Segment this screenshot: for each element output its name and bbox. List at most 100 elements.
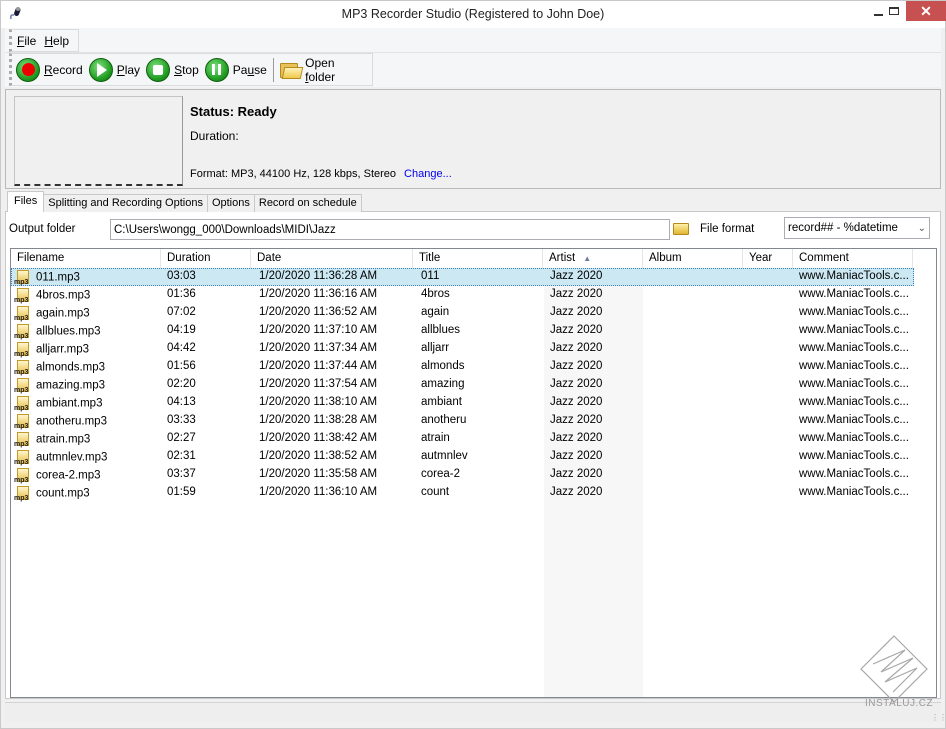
cell-title: atrain xyxy=(421,432,450,444)
cell-album xyxy=(643,484,743,502)
menu-help[interactable]: Help xyxy=(44,34,69,48)
status-text: Status: Ready xyxy=(190,104,277,119)
cell-date: 1/20/2020 11:37:54 AM xyxy=(259,378,378,390)
tab-options[interactable]: Options xyxy=(206,194,255,212)
column-header-duration[interactable]: Duration xyxy=(161,249,251,268)
browse-folder-icon[interactable] xyxy=(673,223,689,235)
table-row[interactable]: mp3 ambiant.mp3 04:13 1/20/2020 11:38:10 AM… xyxy=(11,394,914,412)
table-row[interactable]: mp3 011.mp3 03:03 1/20/2020 11:36:28 AM 011 J… xyxy=(11,268,914,286)
cell-album xyxy=(643,286,743,304)
menu-bar: File Help xyxy=(9,29,79,52)
resize-grip-icon[interactable]: ⋮⋮ xyxy=(931,713,946,722)
cell-comment: www.ManiacTools.c... xyxy=(799,396,909,408)
table-row[interactable]: mp3 amazing.mp3 02:20 1/20/2020 11:37:54 AM… xyxy=(11,376,914,394)
play-button[interactable]: Play xyxy=(88,57,140,82)
cell-duration: 07:02 xyxy=(167,306,196,318)
cell-title: 4bros xyxy=(421,288,450,300)
record-button[interactable]: Record xyxy=(16,57,83,82)
file-format-value: record## - %datetime xyxy=(788,222,898,234)
cell-comment: www.ManiacTools.c... xyxy=(799,342,909,354)
mp3-file-icon: mp3 xyxy=(14,306,31,322)
cell-artist: Jazz 2020 xyxy=(550,414,603,426)
file-format-label: File format xyxy=(700,223,755,235)
stop-button[interactable]: Stop xyxy=(146,57,199,82)
cell-filename: mp3 allblues.mp3 xyxy=(14,324,101,340)
cell-album xyxy=(643,340,743,358)
mp3-file-icon: mp3 xyxy=(14,342,31,358)
table-row[interactable]: mp3 atrain.mp3 02:27 1/20/2020 11:38:42 AM a… xyxy=(11,430,914,448)
mp3-file-icon: mp3 xyxy=(14,360,31,376)
column-header-title[interactable]: Title xyxy=(413,249,543,268)
file-list[interactable]: Filename Duration Date Title Artist ▲ Alb… xyxy=(10,248,937,698)
column-header-year[interactable]: Year xyxy=(743,249,793,268)
cell-artist: Jazz 2020 xyxy=(550,486,603,498)
menu-file[interactable]: File xyxy=(17,34,36,48)
toolbar: Record Play Stop Pause Open folder xyxy=(9,53,373,86)
tab-record-on-schedule[interactable]: Record on schedule xyxy=(253,194,362,212)
tab-files[interactable]: Files xyxy=(7,191,45,212)
cell-title: allblues xyxy=(421,324,460,336)
cell-duration: 01:59 xyxy=(167,486,196,498)
table-row[interactable]: mp3 alljarr.mp3 04:42 1/20/2020 11:37:34 AM… xyxy=(11,340,914,358)
cell-title: almonds xyxy=(421,360,465,372)
cell-comment: www.ManiacTools.c... xyxy=(799,306,909,318)
cell-comment: www.ManiacTools.c... xyxy=(799,468,909,480)
cell-comment: www.ManiacTools.c... xyxy=(799,288,909,300)
cell-duration: 03:03 xyxy=(167,270,196,282)
table-row[interactable]: mp3 allblues.mp3 04:19 1/20/2020 11:37:10 A… xyxy=(11,322,914,340)
cell-album xyxy=(643,304,743,322)
cell-duration: 04:13 xyxy=(167,396,196,408)
maximize-button[interactable] xyxy=(881,1,907,21)
cell-duration: 04:42 xyxy=(167,342,196,354)
change-format-link[interactable]: Change... xyxy=(404,168,452,180)
cell-comment: www.ManiacTools.c... xyxy=(799,414,909,426)
table-row[interactable]: mp3 corea-2.mp3 03:37 1/20/2020 11:35:58 AM… xyxy=(11,466,914,484)
tab-strip: Files Splitting and Recording Options Op… xyxy=(7,191,362,212)
table-row[interactable]: mp3 almonds.mp3 01:56 1/20/2020 11:37:44 AM… xyxy=(11,358,914,376)
column-header-filename[interactable]: Filename xyxy=(11,249,161,268)
mp3-file-icon: mp3 xyxy=(14,378,31,394)
cell-title: anotheru xyxy=(421,414,467,426)
cell-album xyxy=(643,466,743,484)
cell-filename: mp3 autmnlev.mp3 xyxy=(14,450,108,466)
close-button[interactable]: ✕ xyxy=(906,1,946,21)
file-format-select[interactable]: record## - %datetime ⌄ xyxy=(784,217,930,239)
cell-title: ambiant xyxy=(421,396,462,408)
mp3-file-icon: mp3 xyxy=(14,396,31,412)
output-folder-input[interactable] xyxy=(110,219,670,240)
cell-date: 1/20/2020 11:36:52 AM xyxy=(259,306,378,318)
cell-filename: mp3 atrain.mp3 xyxy=(14,432,91,448)
column-header-comment[interactable]: Comment xyxy=(793,249,913,268)
cell-album xyxy=(643,268,743,286)
pause-button[interactable]: Pause xyxy=(204,57,267,82)
cell-filename: mp3 count.mp3 xyxy=(14,486,90,502)
open-folder-button[interactable]: Open folder xyxy=(279,56,366,84)
table-row[interactable]: mp3 autmnlev.mp3 02:31 1/20/2020 11:38:52 A… xyxy=(11,448,914,466)
cell-artist: Jazz 2020 xyxy=(550,306,603,318)
cell-date: 1/20/2020 11:36:16 AM xyxy=(259,288,378,300)
cell-album xyxy=(643,322,743,340)
cell-artist: Jazz 2020 xyxy=(550,396,603,408)
cell-title: autmnlev xyxy=(421,450,468,462)
cell-date: 1/20/2020 11:36:28 AM xyxy=(259,270,378,282)
column-header-album[interactable]: Album xyxy=(643,249,743,268)
cell-filename: mp3 again.mp3 xyxy=(14,306,90,322)
cell-artist: Jazz 2020 xyxy=(550,342,603,354)
cell-duration: 02:27 xyxy=(167,432,196,444)
toolbar-separator xyxy=(272,57,274,82)
cell-filename: mp3 4bros.mp3 xyxy=(14,288,91,304)
column-header-artist[interactable]: Artist ▲ xyxy=(543,249,643,268)
table-row[interactable]: mp3 count.mp3 01:59 1/20/2020 11:36:10 AM co… xyxy=(11,484,914,502)
cell-year xyxy=(743,322,793,340)
cell-title: count xyxy=(421,486,450,498)
cell-duration: 02:31 xyxy=(167,450,196,462)
column-header-date[interactable]: Date xyxy=(251,249,413,268)
title-bar: MP3 Recorder Studio (Registered to John … xyxy=(1,1,946,28)
table-row[interactable]: mp3 anotheru.mp3 03:33 1/20/2020 11:38:28 A… xyxy=(11,412,914,430)
table-row[interactable]: mp3 again.mp3 07:02 1/20/2020 11:36:52 AM ag… xyxy=(11,304,914,322)
cell-year xyxy=(743,268,793,286)
cell-filename: mp3 amazing.mp3 xyxy=(14,378,106,394)
table-row[interactable]: mp3 4bros.mp3 01:36 1/20/2020 11:36:16 AM 4b… xyxy=(11,286,914,304)
mp3-file-icon: mp3 xyxy=(14,414,31,430)
tab-splitting-options[interactable]: Splitting and Recording Options xyxy=(43,194,208,212)
